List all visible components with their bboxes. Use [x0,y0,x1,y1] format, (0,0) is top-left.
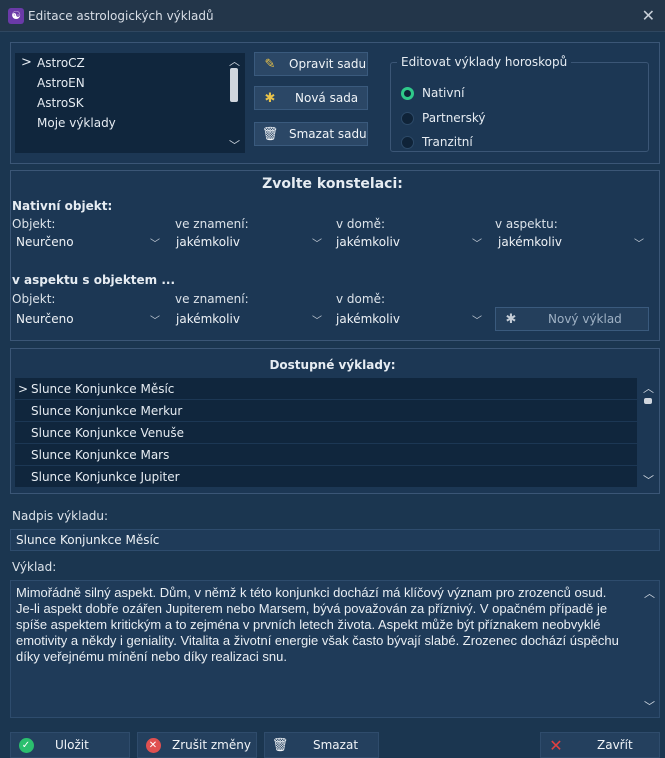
house-label: v domě: [336,217,385,231]
horoscope-group-legend: Editovat výklady horoskopů [401,55,568,69]
list-item[interactable]: Slunce Konjunkce Venuše [15,422,637,444]
discard-changes-button[interactable]: ✕ Zrušit změny [137,732,257,758]
object-label: Objekt: [12,217,56,231]
interpretation-scrollbar[interactable]: ︿ ﹀ [642,583,656,716]
chevron-down-icon: ﹀ [312,239,322,250]
selection-marker-icon: > [18,382,29,396]
close-icon[interactable]: ✕ [642,6,655,25]
sign-label: ve znamení: [175,217,249,231]
chevron-up-icon[interactable]: ︿ [644,585,655,601]
chevron-down-icon: ﹀ [472,239,482,250]
trash-icon: 🗑 [271,737,289,753]
available-title: Dostupné výklady: [269,358,396,372]
object-select[interactable]: Neurčeno ﹀ [14,232,164,252]
new-icon: ✱ [264,90,276,106]
interpretation-textarea[interactable]: Mimořádně silný aspekt. Dům, v němž k té… [10,580,660,718]
chevron-down-icon: ﹀ [634,239,644,250]
delete-set-button[interactable]: 🗑 Smazat sadu [254,122,368,146]
chevron-down-icon[interactable]: ﹀ [229,137,240,153]
chevron-down-icon: ﹀ [312,316,322,327]
list-item[interactable]: Slunce Konjunkce Jupiter [15,466,637,488]
house-select[interactable]: jakémkoliv ﹀ [334,232,486,252]
edit-set-button[interactable]: ✎ Opravit sadu [254,52,368,76]
close-x-icon: ✕ [549,735,563,755]
radio-native[interactable]: Nativní [401,84,464,102]
chevron-down-icon[interactable]: ﹀ [643,472,654,488]
check-icon: ✓ [18,738,34,753]
list-item[interactable]: AstroSK [15,93,245,113]
radio-button[interactable] [401,135,414,149]
selection-marker-icon: > [21,55,32,70]
delete-button[interactable]: 🗑 Smazat [264,732,379,758]
constellation-title: Zvolte konstelaci: [262,176,403,192]
list-item[interactable]: Moje výklady [15,113,245,133]
edit-icon: ✎ [264,56,276,72]
radio-button[interactable] [401,111,414,125]
object-label: Objekt: [12,292,56,306]
object-select[interactable]: Neurčeno ﹀ [14,309,164,329]
new-doc-icon: ✱ [505,311,517,327]
list-item[interactable]: Slunce Konjunkce Mars [15,444,637,466]
aspect-select[interactable]: jakémkoliv ﹀ [496,232,648,252]
radio-partner[interactable]: Partnerský [401,109,486,127]
sets-scrollbar[interactable]: ︿ ﹀ [227,53,241,153]
chevron-up-icon[interactable]: ︿ [229,53,240,69]
native-object-header: Nativní objekt: [12,199,113,213]
list-item[interactable]: > AstroCZ [15,53,245,73]
radio-transit[interactable]: Tranzitní [401,133,473,151]
window-title: Editace astrologických výkladů [28,9,214,23]
scroll-thumb[interactable] [644,398,652,404]
chevron-down-icon: ﹀ [472,316,482,327]
interpretation-label: Výklad: [12,560,57,574]
radio-button[interactable] [401,86,414,100]
sign-select[interactable]: jakémkoliv ﹀ [174,309,326,329]
chevron-down-icon: ﹀ [150,239,160,250]
save-button[interactable]: ✓ Uložit [10,732,130,758]
aspect-object-header: v aspektu s objektem ... [12,273,176,287]
app-icon: ☯ [8,8,24,24]
list-item[interactable]: AstroEN [15,73,245,93]
chevron-down-icon: ﹀ [150,316,160,327]
available-list[interactable]: > Slunce Konjunkce Měsíc Slunce Konjunkce… [15,378,637,488]
close-button[interactable]: ✕ Zavřít [540,732,660,758]
sign-select[interactable]: jakémkoliv ﹀ [174,232,326,252]
available-scrollbar[interactable]: ︿ ﹀ [641,378,655,488]
footer-bar: ✓ Uložit ✕ Zrušit změny 🗑 Smazat ✕ Zavří… [0,728,665,758]
horoscope-type-group: Editovat výklady horoskopů Nativní Partn… [390,55,649,152]
list-item[interactable]: Slunce Konjunkce Merkur [15,400,637,422]
trash-icon: 🗑 [261,126,279,142]
chevron-up-icon[interactable]: ︿ [643,380,654,396]
heading-input[interactable]: Slunce Konjunkce Měsíc [10,529,660,551]
list-item[interactable]: > Slunce Konjunkce Měsíc [15,378,637,400]
house-label: v domě: [336,292,385,306]
cancel-icon: ✕ [145,738,161,753]
heading-label: Nadpis výkladu: [12,509,109,523]
chevron-down-icon[interactable]: ﹀ [644,698,655,714]
sign-label: ve znamení: [175,292,249,306]
new-set-button[interactable]: ✱ Nová sada [254,86,368,110]
title-bar: ☯ Editace astrologických výkladů ✕ [0,0,665,32]
aspect-label: v aspektu: [495,217,558,231]
new-interpretation-button[interactable]: ✱ Nový výklad [495,307,649,331]
sets-list[interactable]: > AstroCZ AstroEN AstroSK Moje výklady [15,53,245,153]
scroll-thumb[interactable] [230,68,238,102]
house-select[interactable]: jakémkoliv ﹀ [334,309,486,329]
